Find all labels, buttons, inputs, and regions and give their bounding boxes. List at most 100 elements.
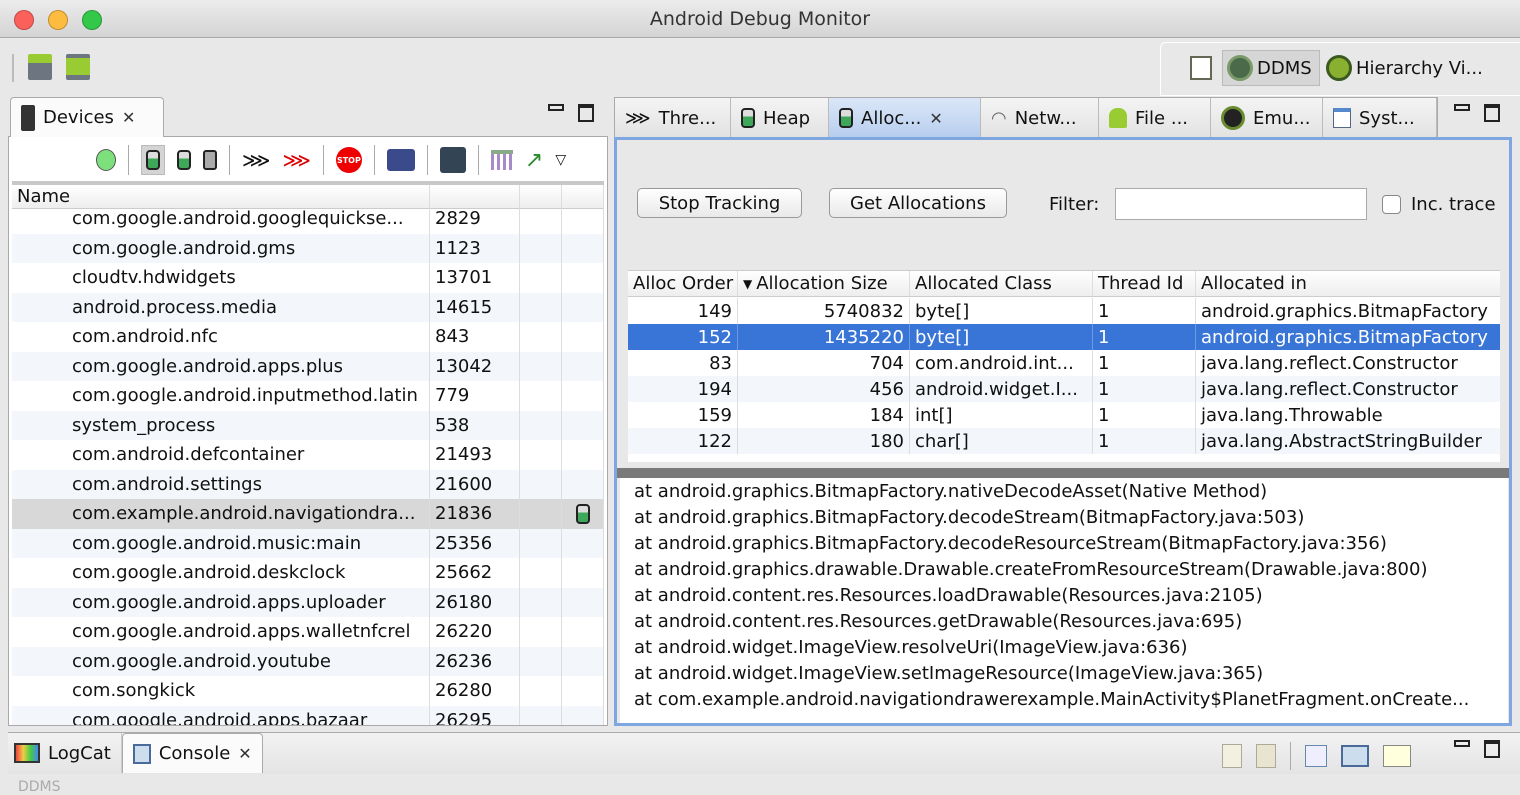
column-header-thread-id[interactable]: Thread Id <box>1093 271 1196 296</box>
process-name: com.songkick <box>12 676 430 706</box>
close-tab-icon[interactable]: ✕ <box>122 108 135 127</box>
tab-thre[interactable]: ⋙ Thre... <box>615 98 731 138</box>
allocation-row[interactable]: 194 456 android.widget.I... 1 java.lang.refl… <box>628 376 1500 402</box>
process-port <box>520 322 562 352</box>
allocation-row-partial[interactable] <box>628 454 1500 462</box>
minimize-icon[interactable] <box>1454 104 1470 111</box>
dump-view-hierarchy-icon[interactable] <box>439 147 466 173</box>
thread-id: 1 <box>1093 376 1196 402</box>
close-tab-icon[interactable]: ✕ <box>238 744 251 763</box>
method-profiling-icon[interactable]: ⋙ <box>282 148 310 172</box>
process-port <box>520 587 562 617</box>
tab-console[interactable]: Console ✕ <box>121 733 263 773</box>
process-status <box>562 440 604 470</box>
tab-emu[interactable]: Emu... <box>1211 98 1323 138</box>
column-header-alloc-order[interactable]: Alloc Order <box>628 271 738 296</box>
minimize-icon[interactable] <box>548 104 564 111</box>
device-process-row[interactable]: android.process.media 14615 <box>12 292 604 322</box>
device-process-row[interactable]: com.google.android.apps.walletnfcrel 2622… <box>12 617 604 647</box>
allocated-class: com.android.int... <box>910 350 1093 376</box>
systrace-icon[interactable] <box>490 150 513 170</box>
alloc-order: 194 <box>628 376 738 402</box>
get-allocations-button[interactable]: Get Allocations <box>829 188 1007 218</box>
process-port <box>520 410 562 440</box>
tab-file[interactable]: File ... <box>1099 98 1211 138</box>
tab-netw[interactable]: ◠ Netw... <box>981 98 1099 138</box>
maximize-icon[interactable] <box>1484 104 1500 122</box>
heap-can-icon <box>575 503 590 524</box>
column-header-allocated-class[interactable]: Allocated Class <box>910 271 1093 296</box>
maximize-icon[interactable] <box>578 104 594 122</box>
clear-console-icon[interactable] <box>1222 744 1242 768</box>
device-process-row[interactable]: com.example.android.navigationdra... 2183… <box>12 499 604 529</box>
tab-label: Syst... <box>1359 107 1415 129</box>
tab-alloc[interactable]: Alloc... ✕ <box>829 98 981 138</box>
filter-input[interactable] <box>1115 188 1367 220</box>
display-console-icon[interactable] <box>1341 745 1369 767</box>
device-process-row[interactable]: com.android.nfc 843 <box>12 322 604 352</box>
opengl-trace-icon[interactable]: ↗ <box>525 148 543 173</box>
pin-console-icon[interactable] <box>1305 745 1327 767</box>
allocation-row[interactable]: 152 1435220 byte[] 1 android.graphics.Bitmap… <box>628 324 1500 350</box>
maximize-icon[interactable] <box>1484 740 1500 758</box>
screen-capture-icon[interactable] <box>386 149 415 171</box>
device-process-row[interactable]: com.google.android.music:main 25356 <box>12 528 604 558</box>
view-menu-icon[interactable]: ▽ <box>555 152 566 168</box>
device-process-row[interactable]: com.google.android.youtube 26236 <box>12 646 604 676</box>
splitter[interactable] <box>617 468 1509 478</box>
console-icon <box>132 743 151 764</box>
tab-devices[interactable]: Devices ✕ <box>10 97 164 137</box>
hierarchy-viewer-perspective-button[interactable]: Hierarchy Vi... <box>1326 50 1483 86</box>
scroll-lock-icon[interactable] <box>1256 744 1276 768</box>
process-status <box>562 558 604 588</box>
allocation-row[interactable]: 122 180 char[] 1 java.lang.AbstractStringBui… <box>628 428 1500 454</box>
allocation-row[interactable]: 159 184 int[] 1 java.lang.Throwable <box>628 402 1500 428</box>
allocated-class: byte[] <box>910 298 1093 324</box>
device-process-row[interactable]: com.songkick 26280 <box>12 676 604 706</box>
tab-logcat[interactable]: LogCat <box>8 733 122 773</box>
allocation-row[interactable]: 83 704 com.android.int... 1 java.lang.reflec… <box>628 350 1500 376</box>
allocated-class: int[] <box>910 402 1093 428</box>
device-process-row[interactable]: cloudtv.hdwidgets 13701 <box>12 263 604 293</box>
allocation-size: 456 <box>738 376 910 402</box>
dump-hprof-icon[interactable] <box>177 150 191 170</box>
device-process-row[interactable]: com.google.android.deskclock 25662 <box>12 558 604 588</box>
column-header-allocated-in[interactable]: Allocated in <box>1196 271 1500 296</box>
process-pid: 13042 <box>430 351 520 381</box>
ddms-perspective-button[interactable]: DDMS <box>1222 50 1320 86</box>
tab-syst[interactable]: Syst... <box>1323 98 1437 138</box>
process-status <box>562 381 604 411</box>
update-heap-icon[interactable] <box>146 150 160 170</box>
ddms-icon <box>1227 55 1253 81</box>
device-process-row[interactable]: com.google.android.apps.uploader 26180 <box>12 587 604 617</box>
device-screen-icon[interactable] <box>66 54 90 80</box>
window-title: Android Debug Monitor <box>649 8 871 30</box>
device-process-row[interactable]: com.google.android.apps.bazaar 26295 <box>12 705 604 725</box>
device-process-row[interactable]: com.android.settings 21600 <box>12 469 604 499</box>
device-process-row[interactable]: com.google.android.googlequickse... 2829 <box>12 204 604 234</box>
open-perspective-icon[interactable] <box>1190 56 1212 80</box>
inc-trace-checkbox[interactable] <box>1382 195 1401 214</box>
stop-tracking-button[interactable]: Stop Tracking <box>637 188 802 218</box>
device-process-row[interactable]: system_process 538 <box>12 410 604 440</box>
stop-process-icon[interactable]: STOP <box>335 147 362 173</box>
install-apk-icon[interactable] <box>28 54 52 80</box>
device-process-row[interactable]: com.android.defcontainer 21493 <box>12 440 604 470</box>
allocation-row[interactable]: 149 5740832 byte[] 1 android.graphics.Bitmap… <box>628 298 1500 324</box>
process-pid: 26220 <box>430 617 520 647</box>
stack-trace-line: at com.example.android.navigationdrawere… <box>634 689 1470 710</box>
debug-bug-icon[interactable] <box>96 149 116 171</box>
window-icon <box>1333 108 1351 128</box>
process-port <box>520 381 562 411</box>
close-tab-icon[interactable]: ✕ <box>929 109 942 128</box>
minimize-icon[interactable] <box>1454 740 1470 747</box>
process-name: com.google.android.apps.plus <box>12 351 430 381</box>
open-console-icon[interactable] <box>1383 745 1411 767</box>
device-process-row[interactable]: com.google.android.inputmethod.latin 779 <box>12 381 604 411</box>
device-process-row[interactable]: com.google.android.apps.plus 13042 <box>12 351 604 381</box>
update-threads-icon[interactable]: ⋙ <box>242 148 270 172</box>
column-header-allocation-size[interactable]: ▼ Allocation Size <box>738 271 910 296</box>
device-process-row[interactable]: com.google.android.gms 1123 <box>12 233 604 263</box>
gc-trash-icon[interactable] <box>203 150 217 170</box>
tab-heap[interactable]: Heap <box>731 98 829 138</box>
